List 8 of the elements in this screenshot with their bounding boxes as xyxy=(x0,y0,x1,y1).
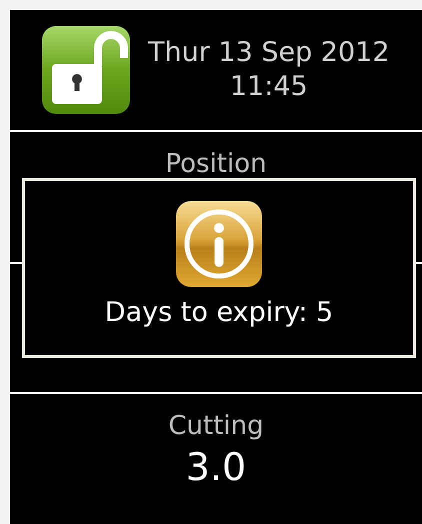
date-text: Thur 13 Sep 2012 xyxy=(148,36,390,70)
readout-label: Cutting xyxy=(168,410,264,443)
info-icon xyxy=(176,201,262,287)
readout-label: Position xyxy=(165,148,267,181)
unlocked-padlock-icon[interactable] xyxy=(42,26,130,114)
dialog-message: Days to expiry: 5 xyxy=(104,296,334,330)
time-text: 11:45 xyxy=(230,70,308,104)
readout-value: 3.0 xyxy=(186,444,246,490)
